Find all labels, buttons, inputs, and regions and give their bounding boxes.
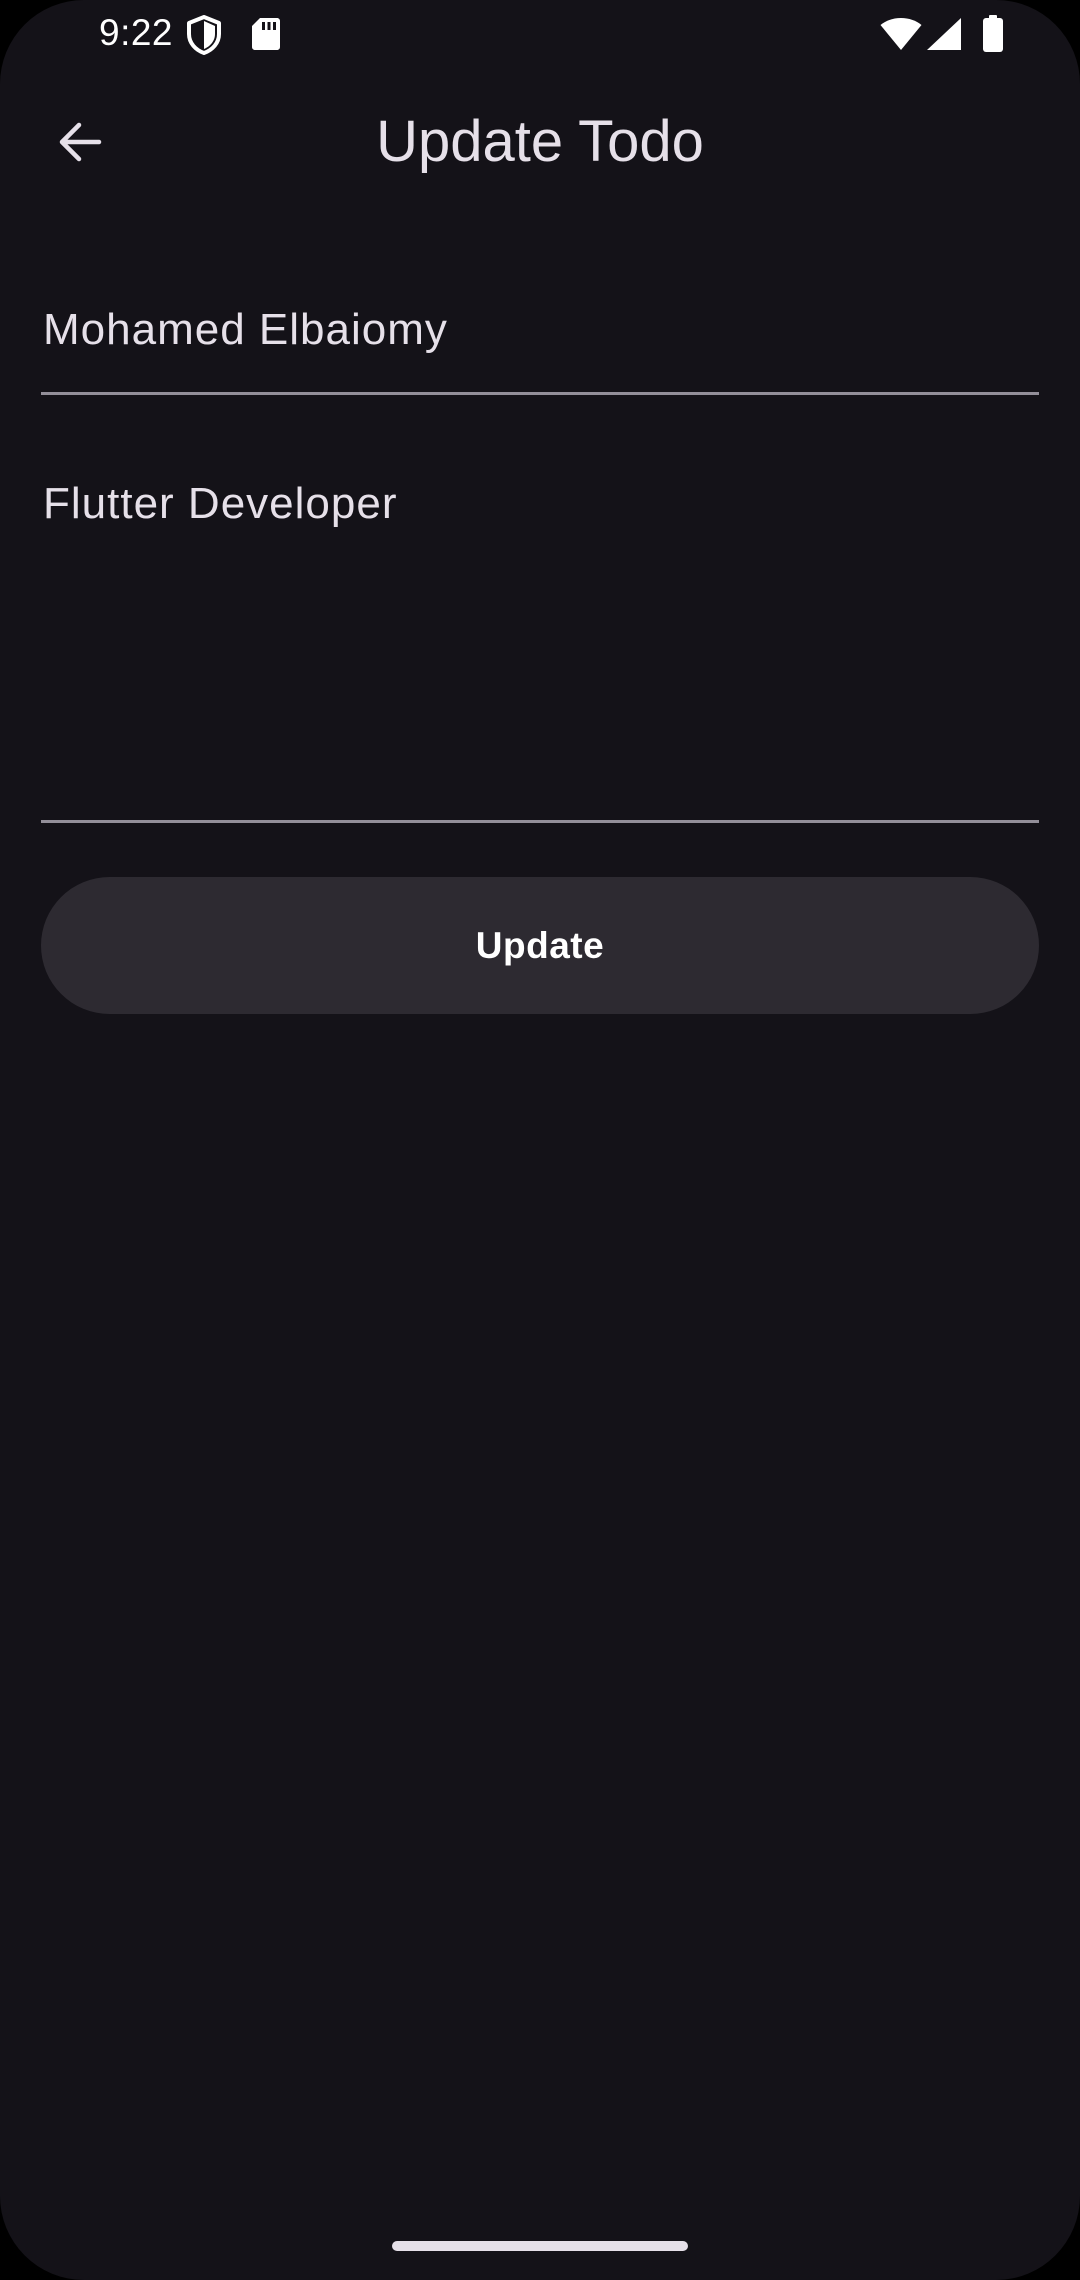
sd-card-icon bbox=[252, 18, 280, 50]
cellular-signal-icon bbox=[927, 18, 961, 50]
status-time: 9:22 bbox=[99, 12, 174, 53]
name-input[interactable] bbox=[43, 302, 1033, 358]
app-screen: 9:22 Update Todo Mohamed Elbaiomy Flutte… bbox=[0, 0, 1080, 2280]
wifi-icon bbox=[880, 18, 922, 50]
update-button[interactable]: Update bbox=[41, 877, 1039, 1014]
name-field[interactable] bbox=[41, 278, 1039, 395]
status-bar: 9:22 bbox=[0, 0, 1080, 66]
battery-icon bbox=[983, 15, 1003, 52]
shield-icon bbox=[187, 15, 221, 55]
gesture-navigation-bar[interactable] bbox=[392, 2241, 688, 2251]
description-field[interactable]: Flutter Developer bbox=[41, 454, 1039, 823]
app-bar: Update Todo bbox=[0, 78, 1080, 206]
page-title: Update Todo bbox=[376, 109, 704, 174]
description-input[interactable]: Flutter Developer bbox=[43, 476, 1033, 796]
